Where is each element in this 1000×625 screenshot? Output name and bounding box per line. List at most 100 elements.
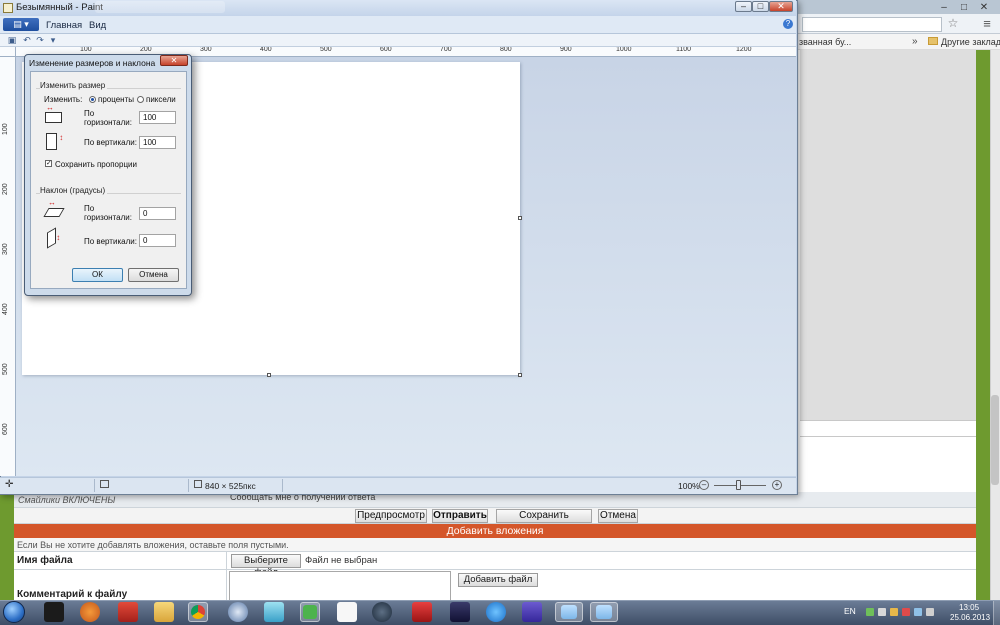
quick-access-toolbar bbox=[0, 34, 796, 47]
resize-horizontal-label-1: По bbox=[84, 109, 95, 118]
page-scrollbar-thumb[interactable] bbox=[991, 395, 999, 485]
paint-maximize-button[interactable]: □ bbox=[752, 1, 769, 12]
paint-close-button[interactable]: ✕ bbox=[769, 1, 793, 12]
tray-icon[interactable] bbox=[890, 608, 898, 616]
document-icon[interactable] bbox=[337, 602, 357, 622]
clock-time[interactable]: 13:05 bbox=[959, 603, 979, 612]
page-frame-right bbox=[976, 50, 990, 605]
game-2-icon[interactable] bbox=[412, 602, 432, 622]
percent-radio[interactable] bbox=[89, 96, 96, 103]
status-separator bbox=[282, 479, 283, 492]
ball-app-icon[interactable] bbox=[80, 602, 100, 622]
page-right-panel bbox=[800, 50, 976, 420]
explorer-icon[interactable] bbox=[154, 602, 174, 622]
zoom-out-button[interactable]: – bbox=[699, 480, 709, 490]
image-size-text: 840 × 525пкс bbox=[205, 481, 256, 491]
ribbon-tab-bar bbox=[0, 16, 796, 34]
keep-ratio-label[interactable]: Сохранить пропорции bbox=[55, 160, 137, 169]
start-button[interactable] bbox=[3, 601, 25, 623]
tab-view[interactable]: Вид bbox=[89, 20, 106, 31]
keep-ratio-checkbox[interactable]: ✓ bbox=[45, 160, 52, 167]
ruler-label: 700 bbox=[440, 47, 452, 53]
bookmarks-more-chevron[interactable]: » bbox=[912, 36, 918, 47]
skew-horizontal-input[interactable]: 0 bbox=[139, 207, 176, 220]
language-indicator[interactable]: EN bbox=[844, 606, 856, 616]
skew-horizontal-label-2: горизонтали: bbox=[84, 213, 132, 222]
ruler-label: 1000 bbox=[616, 47, 632, 53]
browser-menu-icon[interactable]: ≡ bbox=[980, 16, 994, 32]
tray-icon[interactable] bbox=[878, 608, 886, 616]
pixels-radio-label[interactable]: пиксели bbox=[146, 95, 176, 104]
save-icon[interactable]: ▣ bbox=[7, 35, 17, 45]
paint-minimize-button[interactable]: – bbox=[735, 1, 752, 12]
zoom-in-button[interactable]: + bbox=[772, 480, 782, 490]
resize-horizontal-input[interactable]: 100 bbox=[139, 111, 176, 124]
pixel-app-icon[interactable] bbox=[44, 602, 64, 622]
form-row-file bbox=[14, 552, 976, 570]
undo-icon[interactable]: ↶ bbox=[22, 35, 32, 45]
skew-group-label: Наклон (градусы) bbox=[40, 186, 108, 195]
cancel-post-button[interactable]: Отмена bbox=[598, 509, 638, 523]
resize-vertical-input[interactable]: 100 bbox=[139, 136, 176, 149]
zoom-slider-thumb[interactable] bbox=[736, 480, 741, 490]
vertical-arrow-icon: ↔ bbox=[58, 134, 67, 142]
network-icon[interactable] bbox=[914, 608, 922, 616]
ruler-label: 100 bbox=[2, 123, 9, 135]
browser-maximize-button[interactable]: □ bbox=[956, 2, 972, 14]
ie-icon[interactable] bbox=[486, 602, 506, 622]
clock-date[interactable]: 25.06.2013 bbox=[950, 613, 990, 622]
media-player-icon[interactable] bbox=[118, 602, 138, 622]
cancel-button[interactable]: Отмена bbox=[128, 268, 179, 282]
status-separator bbox=[94, 479, 95, 492]
canvas-resize-handle-corner[interactable] bbox=[518, 373, 522, 377]
help-icon[interactable]: ? bbox=[783, 19, 793, 29]
paint-logo bbox=[596, 605, 612, 619]
folder-icon bbox=[928, 37, 938, 45]
show-desktop-button[interactable] bbox=[993, 601, 1000, 625]
choose-file-button[interactable]: Выберите файл bbox=[231, 554, 301, 578]
send-button[interactable]: Отправить bbox=[432, 509, 488, 523]
bookmark-star-icon[interactable]: ☆ bbox=[946, 16, 960, 32]
paint-file-menu-button[interactable]: ▤ ▾ bbox=[3, 18, 39, 31]
dialog-title: Изменение размеров и наклона bbox=[29, 58, 156, 68]
divider bbox=[800, 436, 976, 437]
divider bbox=[800, 420, 976, 421]
tray-icon[interactable] bbox=[866, 608, 874, 616]
ruler-label: 200 bbox=[2, 183, 9, 195]
globe-app-icon[interactable] bbox=[228, 602, 248, 622]
ok-button[interactable]: ОК bbox=[72, 268, 123, 282]
form-column-divider bbox=[226, 552, 227, 605]
chrome-logo bbox=[191, 605, 205, 619]
dialog-close-button[interactable]: ✕ bbox=[160, 55, 188, 66]
paint-app-icon[interactable] bbox=[3, 3, 13, 13]
steam-icon[interactable] bbox=[372, 602, 392, 622]
other-bookmarks[interactable]: Другие закладки bbox=[941, 37, 1000, 47]
ruler-label: 400 bbox=[260, 47, 272, 53]
volume-icon[interactable] bbox=[926, 608, 934, 616]
canvas-resize-handle-bottom[interactable] bbox=[267, 373, 271, 377]
tray-icon[interactable] bbox=[902, 608, 910, 616]
status-bar bbox=[0, 477, 796, 494]
resize-group-label: Изменить размер bbox=[40, 81, 108, 90]
save-app-icon[interactable] bbox=[522, 602, 542, 622]
address-bar[interactable] bbox=[802, 17, 942, 32]
add-file-button[interactable]: Добавить файл bbox=[458, 573, 538, 587]
ruler-label: 300 bbox=[200, 47, 212, 53]
browser-close-button[interactable]: ✕ bbox=[976, 2, 992, 14]
pixels-radio[interactable] bbox=[137, 96, 144, 103]
preview-button[interactable]: Предпросмотр bbox=[355, 509, 427, 523]
browser-minimize-button[interactable]: – bbox=[936, 2, 952, 14]
file-name-label: Имя файла bbox=[17, 555, 73, 566]
tool-app-icon[interactable] bbox=[264, 602, 284, 622]
customize-qat-icon[interactable]: ▾ bbox=[48, 35, 58, 45]
photoshop-icon[interactable] bbox=[450, 602, 470, 622]
save-draft-button[interactable]: Сохранить черновик bbox=[496, 509, 592, 533]
skew-vertical-input[interactable]: 0 bbox=[139, 234, 176, 247]
skew-horizontal-label-1: По bbox=[84, 204, 95, 213]
tab-home[interactable]: Главная bbox=[46, 20, 82, 31]
percent-radio-label[interactable]: проценты bbox=[98, 95, 134, 104]
page-scrollbar[interactable] bbox=[990, 50, 1000, 605]
bookmark-item[interactable]: званная бу... bbox=[799, 37, 851, 47]
canvas-resize-handle-right[interactable] bbox=[518, 216, 522, 220]
redo-icon[interactable]: ↷ bbox=[35, 35, 45, 45]
